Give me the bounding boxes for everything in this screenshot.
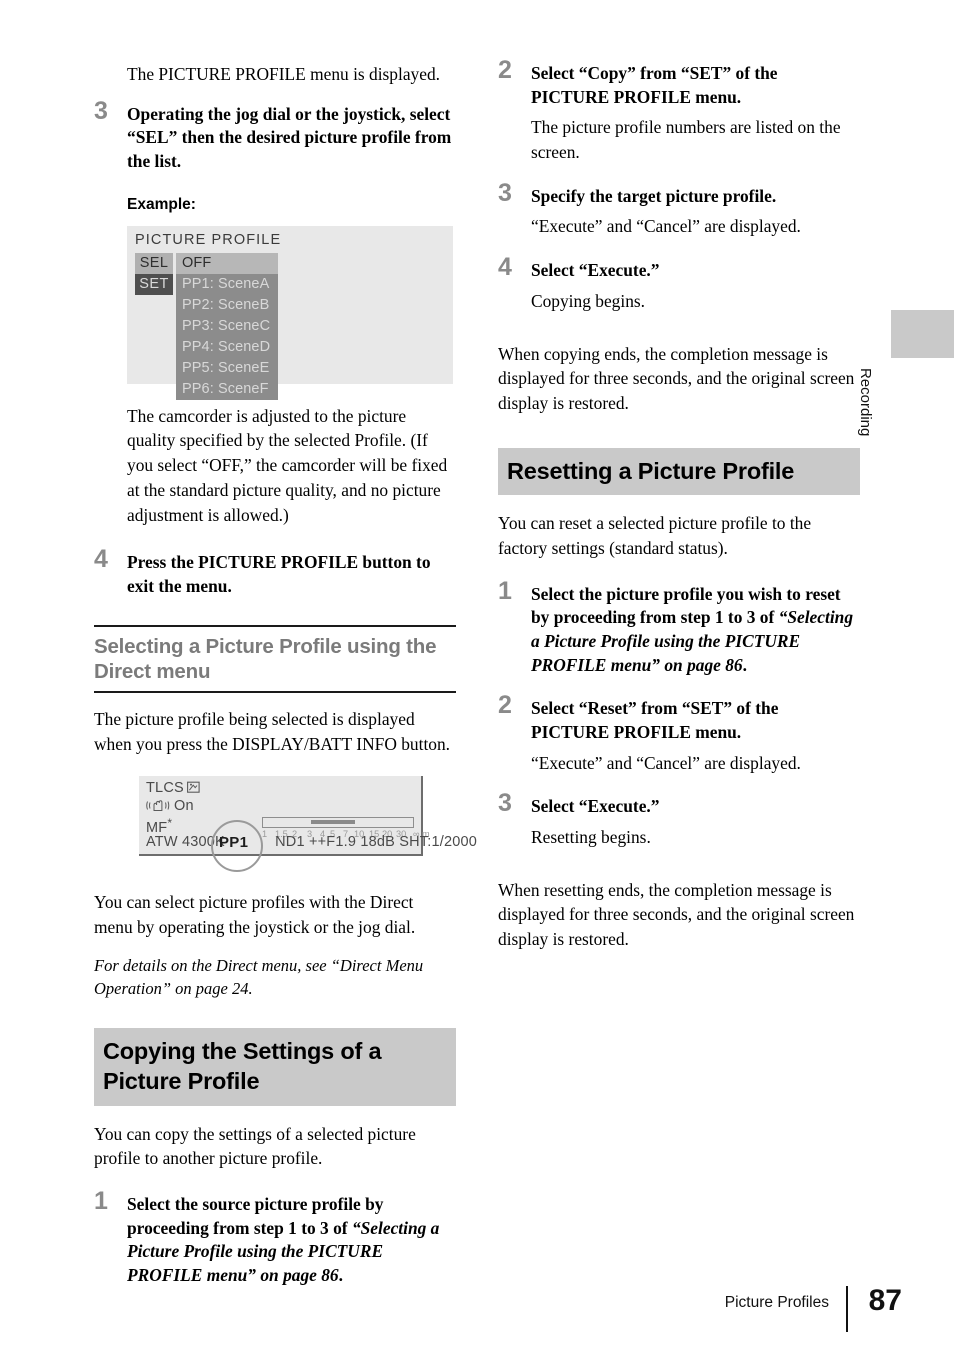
- direct-menu-paragraph: The picture profile being selected is di…: [94, 708, 451, 754]
- status-picture-profile: PP1: [219, 834, 249, 852]
- direct-menu-paragraph-2: You can select picture profiles with the…: [94, 892, 416, 937]
- step-text: Operating the jog dial or the joystick, …: [127, 103, 452, 172]
- step-text-period: .: [338, 1265, 343, 1286]
- step-text: Select “Execute.”: [531, 260, 660, 281]
- camcorder-display-figure: TLCS On MF* 1 1.5 2 3 4 5 7 10 15 20 30 …: [139, 776, 477, 873]
- step-description: Resetting begins.: [531, 827, 651, 848]
- step-description: Copying begins.: [531, 290, 646, 311]
- step-description: “Execute” and “Cancel” are displayed.: [531, 752, 801, 773]
- step-text: Select the source picture profile by pro…: [127, 1193, 456, 1288]
- step-text: Select “Copy” from “SET” of the PICTURE …: [531, 63, 778, 107]
- display-line-tlcs: TLCS: [146, 780, 200, 798]
- reset-step-1-select-profile: 1 Select the picture profile you wish to…: [498, 577, 860, 678]
- section-tab-label: Recording: [857, 368, 874, 437]
- menu-item-pp3: PP3: SceneC: [182, 317, 271, 334]
- step-3-select-sel: 3 Operating the jog dial or the joystick…: [94, 97, 456, 174]
- step-number: 1: [498, 576, 512, 605]
- focus-distance-bar: [262, 817, 414, 829]
- step-number: 1: [94, 1187, 108, 1216]
- direct-menu-note: For details on the Direct menu, see “Dir…: [94, 955, 424, 999]
- page-number: 87: [868, 1284, 902, 1317]
- reset-closing-paragraph: When resetting ends, the completion mess…: [498, 879, 855, 950]
- step-number: 4: [498, 253, 512, 282]
- step-4-exit-menu: 4 Press the PICTURE PROFILE button to ex…: [94, 546, 456, 598]
- step-text-period: .: [742, 654, 747, 675]
- menu-item-pp1: PP1: SceneA: [182, 275, 270, 292]
- step-description: “Execute” and “Cancel” are displayed.: [531, 216, 801, 237]
- section-tab-marker: [891, 310, 954, 358]
- steadyshot-icon: [146, 799, 172, 816]
- copy-step-1-source-profile: 1 Select the source picture profile by p…: [94, 1188, 456, 1288]
- copy-step-4-execute: 4 Select “Execute.” Copying begins.: [498, 254, 860, 313]
- footer-section-title: Picture Profiles: [724, 1294, 829, 1311]
- step-text: Select “Execute.”: [531, 796, 660, 817]
- step-number: 3: [498, 789, 512, 818]
- right-column: 2 Select “Copy” from “SET” of the PICTUR…: [498, 56, 860, 966]
- step-number: 4: [94, 545, 108, 574]
- page-footer: Picture Profiles 87: [0, 1284, 954, 1332]
- picture-profile-menu-figure: PICTURE PROFILE SEL SET OFF PP1: SceneA …: [127, 225, 453, 400]
- after-menu-paragraph: The camcorder is adjusted to the picture…: [127, 405, 448, 525]
- menu-item-off: OFF: [176, 252, 278, 274]
- menu-item-pp6: PP6: SceneF: [182, 380, 269, 397]
- step-text: Specify the target picture profile.: [531, 185, 777, 206]
- step-number: 3: [94, 96, 108, 125]
- intro-paragraph: The PICTURE PROFILE menu is displayed.: [127, 64, 441, 84]
- tlcs-label: TLCS: [146, 780, 184, 797]
- step-text: Select the picture profile you wish to r…: [531, 583, 860, 678]
- example-label: Example:: [127, 195, 196, 213]
- focus-distance-indicator: [311, 820, 355, 825]
- menu-tabs: SEL SET: [135, 252, 173, 295]
- focus-mode-superscript: *: [167, 816, 173, 831]
- display-status-line: ATW 4300K ND1 ++F1.9 18dB SHT:1/2000: [146, 834, 477, 850]
- reset-step-2-select-reset: 2 Select “Reset” from “SET” of the PICTU…: [498, 692, 860, 775]
- step-text-plain: Select the source picture profile by pro…: [127, 1194, 384, 1238]
- menu-item-pp2: PP2: SceneB: [182, 296, 270, 313]
- reset-intro-paragraph: You can reset a selected picture profile…: [498, 513, 812, 558]
- copy-closing-paragraph: When copying ends, the completion messag…: [498, 343, 855, 413]
- subheading-direct-menu: Selecting a Picture Profile using the Di…: [94, 634, 437, 684]
- menu-item-pp5: PP5: SceneE: [182, 359, 270, 376]
- left-column: The PICTURE PROFILE menu is displayed. 3…: [94, 62, 477, 1294]
- footer-divider: [846, 1286, 848, 1332]
- copy-step-3-target-profile: 3 Specify the target picture profile. “E…: [498, 179, 860, 239]
- step-text: Press the PICTURE PROFILE button to exit…: [127, 552, 431, 596]
- step-description: The picture profile numbers are listed o…: [531, 117, 841, 163]
- heading-copying-settings: Copying the Settings of a Picture Profil…: [94, 1028, 456, 1106]
- menu-title: PICTURE PROFILE: [135, 231, 282, 248]
- heading-resetting-profile: Resetting a Picture Profile: [498, 447, 860, 496]
- subheading-direct-menu-wrap: Selecting a Picture Profile using the Di…: [94, 624, 456, 693]
- step-text: Select “Reset” from “SET” of the PICTURE…: [531, 698, 779, 742]
- menu-tab-sel: SEL: [135, 252, 173, 274]
- backlight-icon: [186, 781, 200, 798]
- menu-tab-set: SET: [135, 273, 173, 295]
- step-number: 2: [498, 56, 512, 84]
- display-line-focus-mode: MF*: [146, 816, 172, 836]
- menu-item-pp4: PP4: SceneD: [182, 338, 271, 355]
- steadyshot-state: On: [174, 798, 194, 815]
- copying-intro-paragraph: You can copy the settings of a selected …: [94, 1123, 416, 1169]
- reset-step-3-execute: 3 Select “Execute.” Resetting begins.: [498, 790, 860, 849]
- manual-page: The PICTURE PROFILE menu is displayed. 3…: [0, 0, 954, 1352]
- step-number: 3: [498, 178, 512, 207]
- step-number: 2: [498, 691, 512, 720]
- menu-item-list: OFF PP1: SceneA PP2: SceneB PP3: SceneC …: [176, 252, 278, 400]
- copy-step-2-select-copy: 2 Select “Copy” from “SET” of the PICTUR…: [498, 56, 860, 165]
- status-after: ND1 ++F1.9 18dB SHT:1/2000: [275, 834, 478, 851]
- display-line-steadyshot: On: [146, 798, 194, 816]
